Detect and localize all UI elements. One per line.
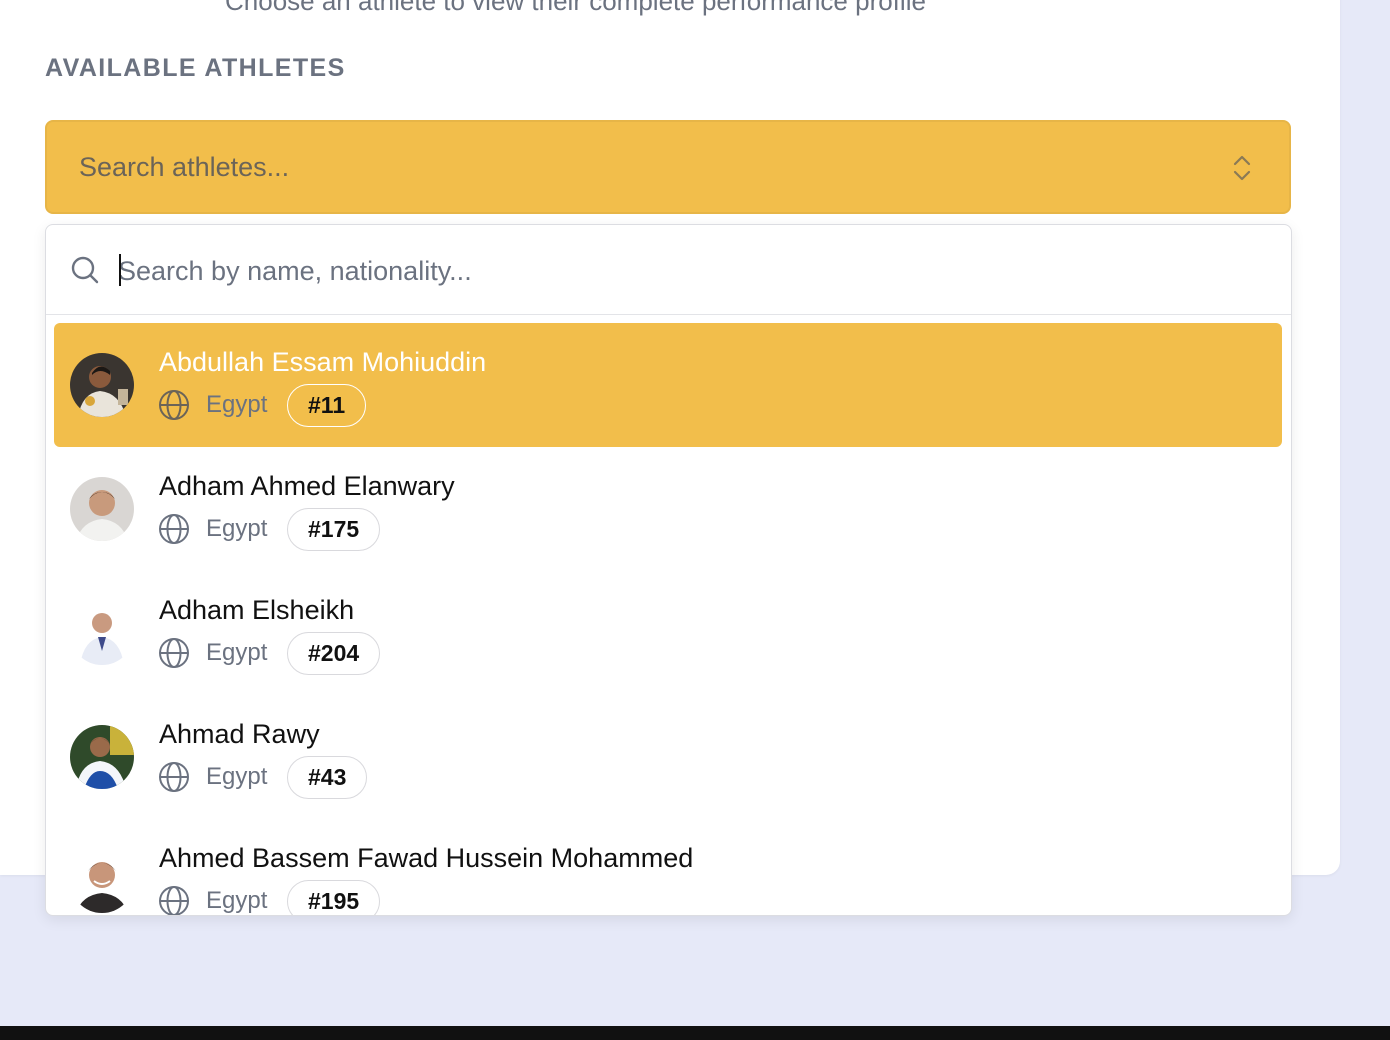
athlete-option[interactable]: Adham Ahmed Elanwary Egypt #175	[54, 447, 1282, 571]
athlete-name: Ahmad Rawy	[159, 719, 320, 749]
search-row	[46, 225, 1291, 315]
athlete-country: Egypt	[206, 391, 268, 418]
rank-badge: #43	[287, 756, 368, 799]
athlete-country: Egypt	[206, 639, 268, 666]
avatar	[70, 477, 134, 541]
globe-icon	[158, 389, 190, 421]
avatar	[70, 849, 134, 913]
search-icon	[70, 255, 100, 285]
globe-icon	[158, 885, 190, 915]
rank-badge: #11	[287, 384, 367, 427]
athlete-name: Ahmed Bassem Fawad Hussein Mohammed	[159, 843, 694, 873]
athlete-country: Egypt	[206, 887, 268, 914]
athlete-combobox[interactable]: Search athletes...	[45, 120, 1291, 214]
athlete-name: Abdullah Essam Mohiuddin	[159, 347, 487, 377]
avatar	[70, 353, 134, 417]
athlete-option[interactable]: Ahmed Bassem Fawad Hussein Mohammed Egyp…	[54, 819, 1282, 915]
section-label: AVAILABLE ATHLETES	[45, 54, 346, 82]
athlete-name: Adham Ahmed Elanwary	[159, 471, 455, 501]
combobox-placeholder: Search athletes...	[79, 151, 290, 182]
avatar	[70, 725, 134, 789]
text-caret	[119, 254, 121, 286]
athlete-country: Egypt	[206, 515, 268, 542]
globe-icon	[158, 513, 190, 545]
athlete-list: Abdullah Essam Mohiuddin Egypt #11 Adham…	[46, 323, 1291, 915]
athlete-dropdown: Abdullah Essam Mohiuddin Egypt #11	[45, 224, 1292, 916]
rank-badge: #175	[287, 508, 381, 551]
athlete-option[interactable]: Adham Elsheikh Egypt #204	[54, 571, 1282, 695]
search-input[interactable]	[118, 247, 1258, 295]
rank-badge: #195	[287, 880, 381, 915]
rank-badge: #204	[287, 632, 381, 675]
athlete-option[interactable]: Abdullah Essam Mohiuddin Egypt #11	[54, 323, 1282, 447]
globe-icon	[158, 761, 190, 793]
athlete-country: Egypt	[206, 763, 268, 790]
chevron-up-down-icon	[1231, 154, 1253, 182]
page: Choose an athlete to view their complete…	[0, 0, 1390, 1040]
globe-icon	[158, 637, 190, 669]
page-subtitle: Choose an athlete to view their complete…	[225, 0, 926, 16]
athlete-name: Adham Elsheikh	[159, 595, 355, 625]
avatar	[70, 601, 134, 665]
taskbar	[0, 1026, 1390, 1040]
athlete-option[interactable]: Ahmad Rawy Egypt #43	[54, 695, 1282, 819]
